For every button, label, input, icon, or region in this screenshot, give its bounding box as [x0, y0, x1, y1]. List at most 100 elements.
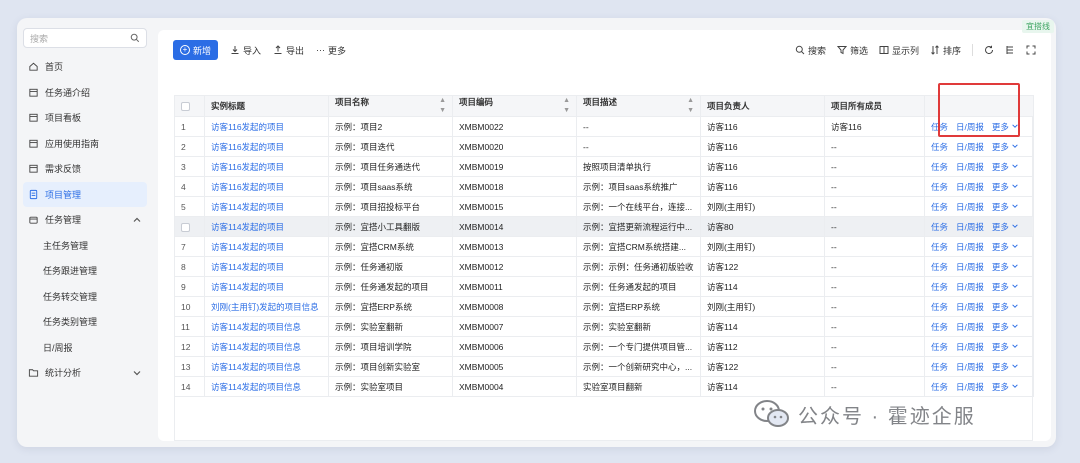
select-all-cell[interactable]: [174, 95, 205, 117]
row-more-link[interactable]: 更多: [992, 321, 1019, 333]
table-row[interactable]: 7 访客114发起的项目 示例：宜搭CRM系统 XMBM0013 示例：宜搭CRM系统搭…: [174, 236, 1034, 257]
table-row[interactable]: 10 刘刚(主用钉)发起的项目信息 示例：宜搭ERP系统 XMBM0008 示例：宜搭E…: [174, 296, 1034, 317]
sort-arrows-icon[interactable]: ▲ ▼: [563, 97, 570, 116]
report-link[interactable]: 日/周报: [956, 281, 984, 293]
report-link[interactable]: 日/周报: [956, 201, 984, 213]
instance-title-link[interactable]: 刘刚(主用钉)发起的项目信息: [204, 296, 329, 317]
chevron-up-icon[interactable]: [132, 215, 142, 225]
column-header-desc[interactable]: 项目描述 ▲ ▼: [576, 95, 701, 117]
table-row[interactable]: 13 访客114发起的项目信息 示例：项目创新实验室 XMBM0005 示例：一个创新研…: [174, 356, 1034, 377]
task-link[interactable]: 任务: [931, 301, 948, 313]
sidebar-item-home[interactable]: 首页: [23, 54, 147, 79]
report-link[interactable]: 日/周报: [956, 381, 984, 393]
task-link[interactable]: 任务: [931, 321, 948, 333]
instance-title-link[interactable]: 访客116发起的项目: [204, 176, 329, 197]
table-row[interactable]: 12 访客114发起的项目信息 示例：项目培训学院 XMBM0006 示例：一个专门提供…: [174, 336, 1034, 357]
instance-title-link[interactable]: 访客114发起的项目: [204, 196, 329, 217]
table-row[interactable]: 4 访客116发起的项目 示例：项目saas系统 XMBM0018 示例：项目saas系…: [174, 176, 1034, 197]
report-link[interactable]: 日/周报: [956, 261, 984, 273]
row-more-link[interactable]: 更多: [992, 281, 1019, 293]
instance-title-link[interactable]: 访客114发起的项目信息: [204, 316, 329, 337]
export-button[interactable]: 导出: [273, 44, 304, 57]
sidebar-item-task-management[interactable]: 任务管理: [23, 207, 147, 232]
instance-title-link[interactable]: 访客114发起的项目: [204, 276, 329, 297]
column-header-name[interactable]: 项目名称 ▲ ▼: [328, 95, 453, 117]
task-link[interactable]: 任务: [931, 181, 948, 193]
report-link[interactable]: 日/周报: [956, 361, 984, 373]
column-header-code[interactable]: 项目编码 ▲ ▼: [452, 95, 577, 117]
sidebar-item-guide[interactable]: 应用使用指南: [23, 131, 147, 156]
instance-title-link[interactable]: 访客114发起的项目: [204, 236, 329, 257]
task-link[interactable]: 任务: [931, 261, 948, 273]
table-row[interactable]: 11 访客114发起的项目信息 示例：实验室翻新 XMBM0007 示例：实验室翻新 访客…: [174, 316, 1034, 337]
instance-title-link[interactable]: 访客114发起的项目信息: [204, 356, 329, 377]
report-link[interactable]: 日/周报: [956, 341, 984, 353]
row-more-link[interactable]: 更多: [992, 141, 1019, 153]
instance-title-link[interactable]: 访客114发起的项目信息: [204, 376, 329, 397]
sidebar-item-task-followup[interactable]: 任务跟进管理: [23, 258, 147, 283]
row-more-link[interactable]: 更多: [992, 161, 1019, 173]
row-more-link[interactable]: 更多: [992, 301, 1019, 313]
sidebar-item-task-transfer[interactable]: 任务转交管理: [23, 284, 147, 309]
task-link[interactable]: 任务: [931, 201, 948, 213]
instance-title-link[interactable]: 访客116发起的项目: [204, 156, 329, 177]
task-link[interactable]: 任务: [931, 221, 948, 233]
row-more-link[interactable]: 更多: [992, 221, 1019, 233]
density-icon[interactable]: [1005, 45, 1015, 55]
table-row[interactable]: 访客114发起的项目 示例：宜搭小工具翻版 XMBM0014 示例：宜搭更新流程运行中…: [174, 216, 1034, 237]
task-link[interactable]: 任务: [931, 361, 948, 373]
task-link[interactable]: 任务: [931, 241, 948, 253]
instance-title-link[interactable]: 访客114发起的项目信息: [204, 336, 329, 357]
table-row[interactable]: 8 访客114发起的项目 示例：任务通初版 XMBM0012 示例：示例：任务通初版验收…: [174, 256, 1034, 277]
column-header-owner[interactable]: 项目负责人: [700, 95, 825, 117]
chevron-down-icon[interactable]: [132, 368, 142, 378]
row-more-link[interactable]: 更多: [992, 121, 1019, 133]
sort-button[interactable]: 排序: [930, 44, 961, 57]
task-link[interactable]: 任务: [931, 381, 948, 393]
sort-arrows-icon[interactable]: ▲ ▼: [687, 97, 694, 116]
report-link[interactable]: 日/周报: [956, 241, 984, 253]
table-row[interactable]: 2 访客116发起的项目 示例：项目迭代 XMBM0020 -- 访客116 -- 任务 日/周…: [174, 136, 1034, 157]
task-link[interactable]: 任务: [931, 141, 948, 153]
refresh-icon[interactable]: [984, 45, 994, 55]
row-more-link[interactable]: 更多: [992, 201, 1019, 213]
select-all-checkbox[interactable]: [181, 102, 190, 112]
sort-arrows-icon[interactable]: ▲ ▼: [439, 97, 446, 116]
row-checkbox[interactable]: [181, 222, 190, 232]
report-link[interactable]: 日/周报: [956, 181, 984, 193]
column-header-title[interactable]: 实例标题: [204, 95, 329, 117]
instance-title-link[interactable]: 访客116发起的项目: [204, 136, 329, 157]
task-link[interactable]: 任务: [931, 341, 948, 353]
row-more-link[interactable]: 更多: [992, 361, 1019, 373]
row-select-cell[interactable]: [174, 216, 205, 237]
task-link[interactable]: 任务: [931, 281, 948, 293]
new-button[interactable]: + 新增: [173, 40, 219, 60]
sidebar-item-task-category[interactable]: 任务类别管理: [23, 309, 147, 334]
sidebar-search-input[interactable]: 搜索: [23, 28, 147, 48]
report-link[interactable]: 日/周报: [956, 321, 984, 333]
sidebar-item-feedback[interactable]: 需求反馈: [23, 156, 147, 181]
table-row[interactable]: 1 访客116发起的项目 示例：项目2 XMBM0022 -- 访客116 访客116 任务日…: [174, 116, 1034, 137]
column-header-members[interactable]: 项目所有成员: [824, 95, 925, 117]
sidebar-item-intro[interactable]: 任务通介绍: [23, 80, 147, 105]
row-more-link[interactable]: 更多: [992, 241, 1019, 253]
fullscreen-icon[interactable]: [1026, 45, 1036, 55]
instance-title-link[interactable]: 访客116发起的项目: [204, 116, 329, 137]
columns-button[interactable]: 显示列: [879, 44, 919, 57]
row-more-link[interactable]: 更多: [992, 341, 1019, 353]
sidebar-item-daily-weekly-report[interactable]: 日/周报: [23, 335, 147, 360]
report-link[interactable]: 日/周报: [956, 221, 984, 233]
import-button[interactable]: 导入: [230, 44, 261, 57]
more-button[interactable]: ··· 更多: [316, 44, 346, 57]
sidebar-item-board[interactable]: 项目看板: [23, 105, 147, 130]
row-more-link[interactable]: 更多: [992, 181, 1019, 193]
table-row[interactable]: 9 访客114发起的项目 示例：任务通发起的项目 XMBM0011 示例：任务通发起的项…: [174, 276, 1034, 297]
task-link[interactable]: 任务: [931, 121, 948, 133]
table-row[interactable]: 14 访客114发起的项目信息 示例：实验室项目 XMBM0004 实验室项目翻新 访客1…: [174, 376, 1034, 397]
row-more-link[interactable]: 更多: [992, 381, 1019, 393]
report-link[interactable]: 日/周报: [956, 301, 984, 313]
row-more-link[interactable]: 更多: [992, 261, 1019, 273]
report-link[interactable]: 日/周报: [956, 161, 984, 173]
search-button[interactable]: 搜索: [795, 44, 826, 57]
sidebar-item-main-task[interactable]: 主任务管理: [23, 233, 147, 258]
